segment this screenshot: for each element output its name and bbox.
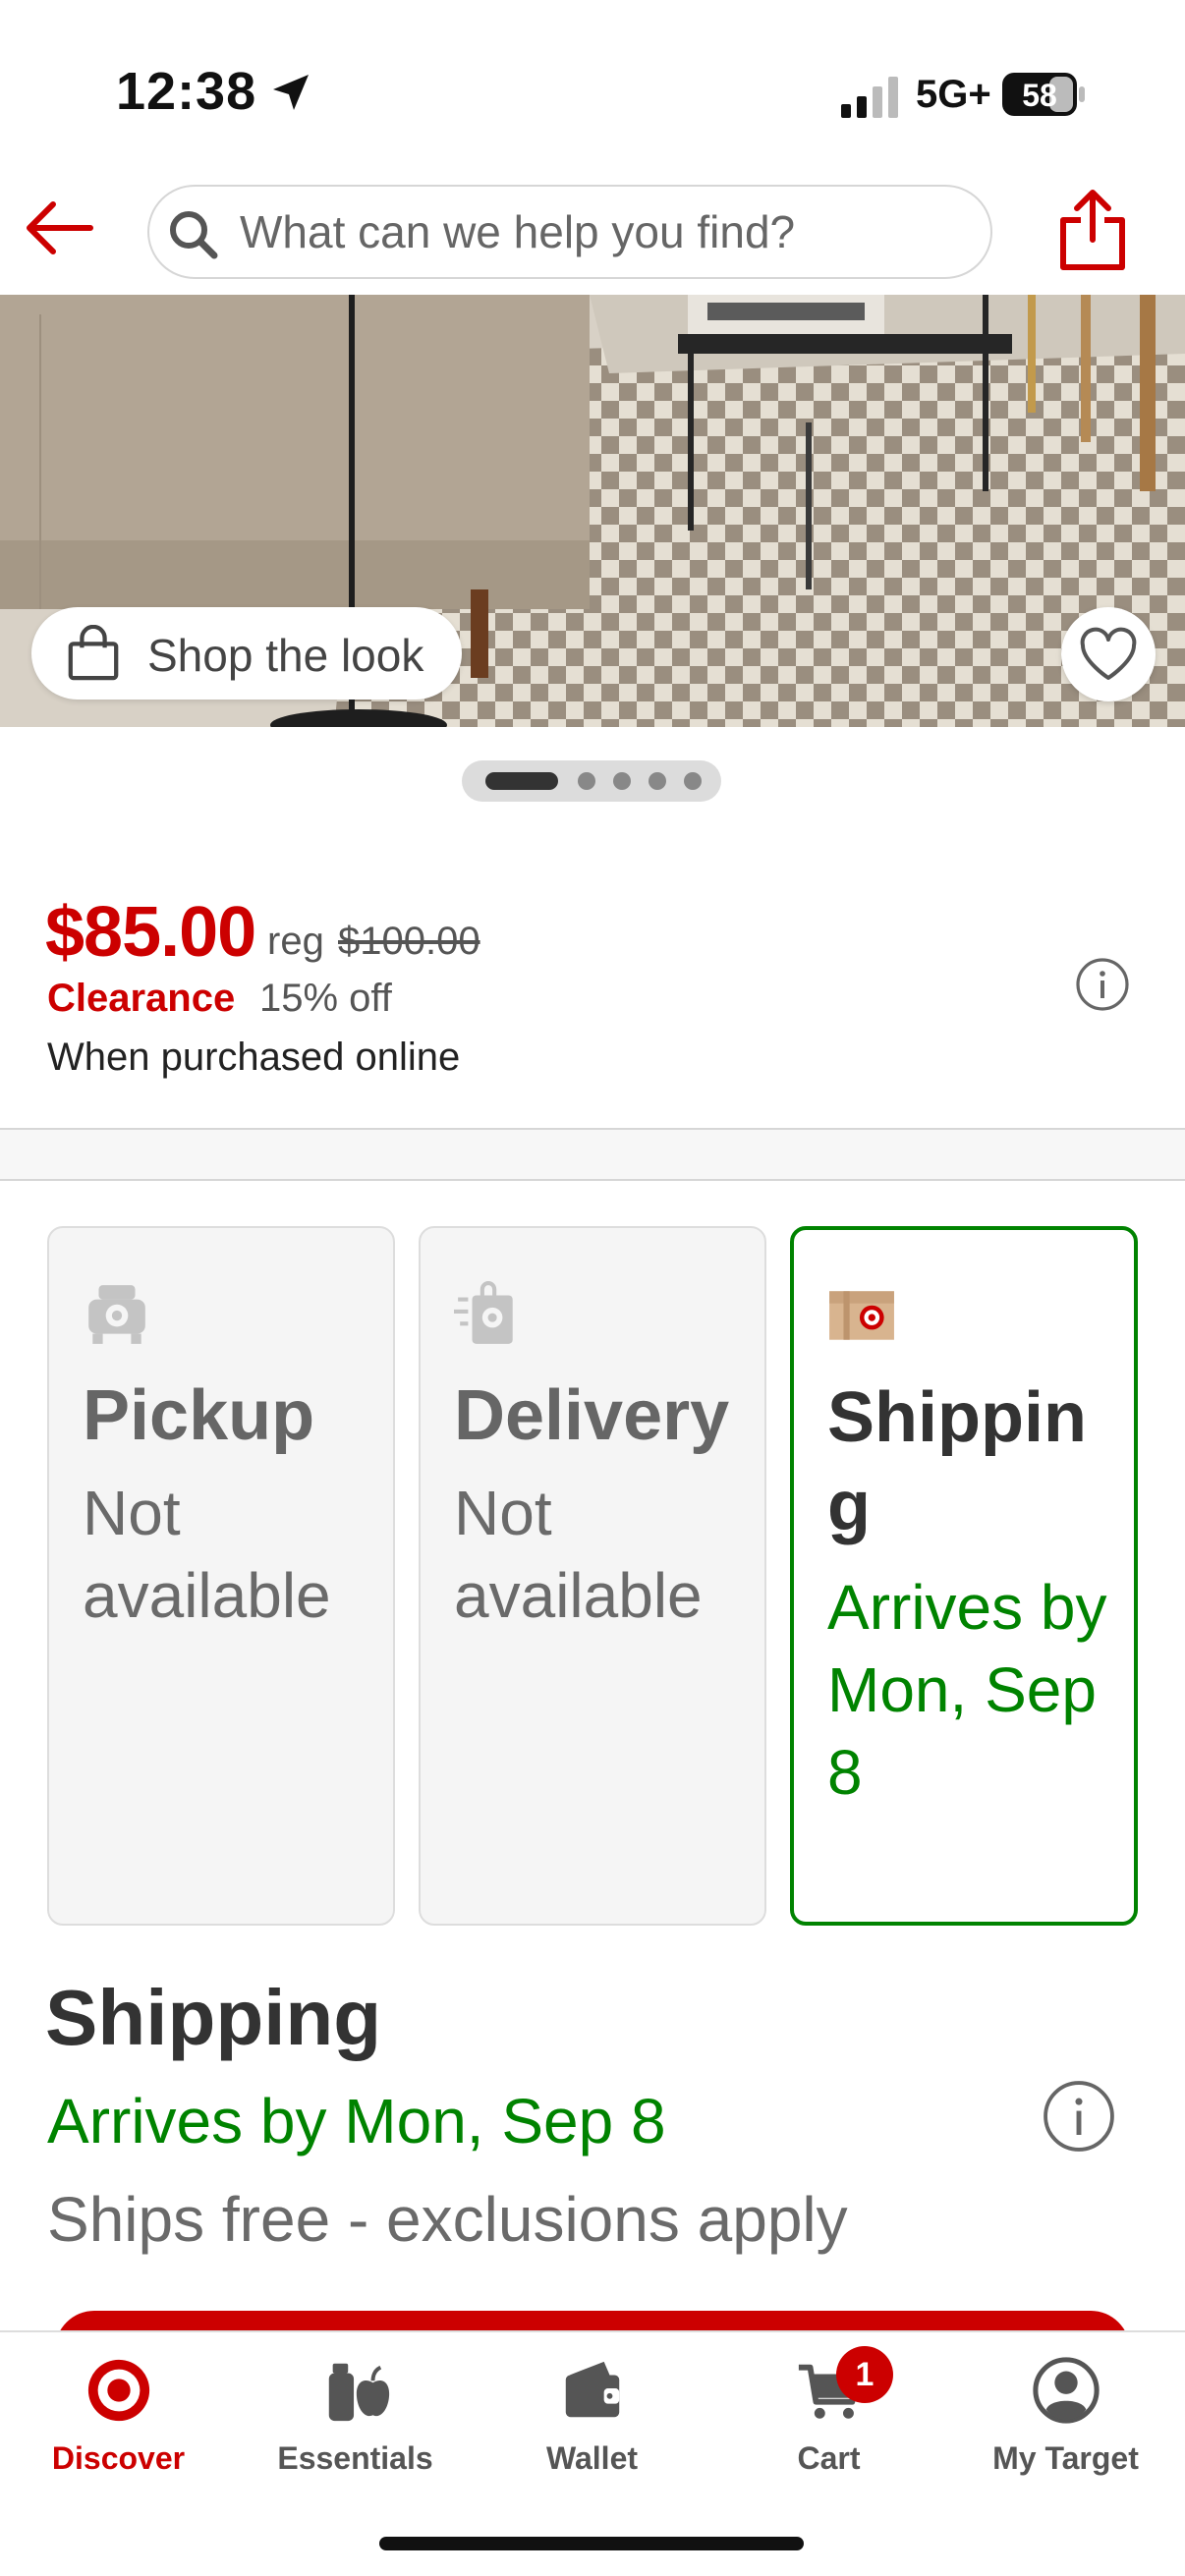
cart-count-badge: 1 [836,2346,893,2403]
shop-the-look-label: Shop the look [147,630,424,681]
tab-discover[interactable]: Discover [0,2332,237,2499]
search-icon [170,211,218,259]
fulfillment-title: Delivery [454,1376,730,1455]
carousel-dot[interactable] [613,772,631,790]
fulfillment-status: Arrives by Mon, Sep 8 [827,1572,1107,1808]
clearance-label: Clearance [47,977,236,1020]
search-bar[interactable] [147,185,992,279]
tab-cart[interactable]: 1 Cart [710,2332,947,2499]
fulfillment-status: Not available [83,1478,331,1631]
fulfillment-card-pickup[interactable]: Pickup Not available [47,1226,395,1926]
share-icon[interactable] [1055,189,1130,271]
section-divider [0,1128,1185,1181]
product-image-carousel[interactable]: Shop the look [0,295,1185,727]
carousel-dot[interactable] [684,772,702,790]
location-arrow-icon [273,75,309,110]
tab-label: Cart [797,2440,861,2476]
network-label: 5G+ [916,73,991,116]
back-arrow-icon[interactable] [24,198,94,257]
target-bullseye-icon [87,2359,150,2422]
tab-my-target[interactable]: My Target [947,2332,1184,2499]
price-section: $85.00 reg $100.00 Clearance 15% off Whe… [0,865,1185,1130]
search-input[interactable] [240,187,967,277]
fulfillment-title: Shipping [827,1378,1087,1545]
carousel-dot[interactable] [649,772,666,790]
fulfillment-title: Pickup [83,1376,315,1455]
shipping-cost-note: Ships free - exclusions apply [47,2184,848,2255]
search-header [0,167,1185,295]
pickup-car-icon [88,1285,145,1344]
status-time: 12:38 [116,62,257,121]
battery-level: 58 [1022,78,1057,113]
shipping-arrival: Arrives by Mon, Sep 8 [47,2086,666,2156]
fulfillment-status: Not available [454,1478,703,1631]
favorite-button[interactable] [1061,607,1156,701]
tab-label: Wallet [545,2440,639,2476]
account-icon [1033,2357,1100,2424]
tab-label: Discover [51,2440,186,2476]
essentials-icon [328,2363,390,2422]
home-indicator[interactable] [379,2537,804,2550]
signal-icon [841,77,898,118]
tab-label: Essentials [277,2440,433,2476]
shipping-box-icon [829,1291,894,1340]
fulfillment-card-shipping[interactable]: Shipping Arrives by Mon, Sep 8 [790,1226,1138,1926]
info-icon[interactable] [1075,957,1130,1012]
discount-label: 15% off [259,977,392,1020]
carousel-dot-active[interactable] [485,772,558,790]
shipping-heading: Shipping [45,1974,382,2061]
tab-essentials[interactable]: Essentials [237,2332,474,2499]
carousel-dot[interactable] [578,772,595,790]
reg-label: reg [267,920,324,963]
wallet-icon [565,2361,620,2418]
status-bar: 12:38 5G+ 58 [0,0,1185,167]
heart-icon [1080,627,1137,680]
tab-label: My Target [992,2440,1139,2476]
shopping-bag-icon [68,625,119,681]
tab-wallet[interactable]: Wallet [474,2332,710,2499]
battery-icon: 58 [1002,73,1085,116]
carousel-pagination [462,760,721,802]
regular-price: $100.00 [338,920,480,963]
current-price: $85.00 [45,893,256,972]
delivery-bag-icon [454,1281,513,1344]
info-icon[interactable] [1042,2079,1116,2154]
fulfillment-card-delivery[interactable]: Delivery Not available [419,1226,766,1926]
online-price-note: When purchased online [47,1036,461,1079]
shop-the-look-button[interactable]: Shop the look [31,607,462,700]
